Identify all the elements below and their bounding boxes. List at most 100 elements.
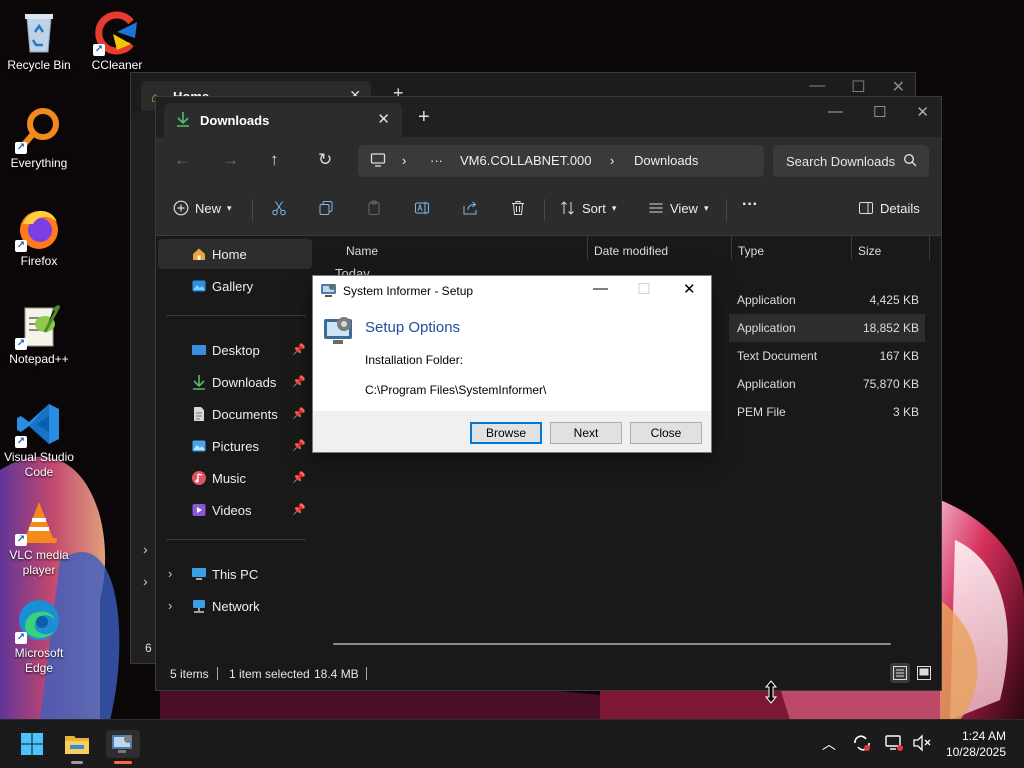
details-pane-button[interactable]: Details: [858, 200, 920, 216]
details-view-button[interactable]: [890, 663, 910, 683]
next-button[interactable]: Next: [550, 422, 622, 444]
cut-button[interactable]: [271, 200, 287, 216]
volume-muted-icon[interactable]: [912, 734, 932, 757]
view-label: View: [670, 200, 698, 216]
sidebar-item-music[interactable]: Music 📌: [158, 463, 312, 493]
pin-icon[interactable]: 📌: [292, 343, 306, 356]
sidebar-item-desktop[interactable]: Desktop 📌: [158, 335, 312, 365]
column-header-date-modified[interactable]: Date modified: [594, 244, 668, 258]
network-icon: [190, 597, 208, 615]
pin-icon[interactable]: 📌: [292, 503, 306, 516]
file-type: PEM File: [737, 405, 786, 419]
horizontal-scrollbar[interactable]: [333, 643, 891, 645]
delete-button[interactable]: [510, 200, 526, 216]
title-bar[interactable]: Downloads ✕ + — ☐ ✕: [156, 97, 941, 137]
close-button[interactable]: ✕: [892, 77, 905, 97]
setup-dialog[interactable]: System Informer - Setup — ☐ ✕ Setup Opti…: [312, 275, 712, 453]
pin-icon[interactable]: 📌: [292, 407, 306, 420]
taskbar-file-explorer[interactable]: [63, 730, 91, 758]
new-button[interactable]: New ▾: [173, 200, 232, 216]
file-row[interactable]: Text Document 167 KB: [729, 342, 925, 370]
copy-button[interactable]: [318, 200, 334, 216]
status-divider: [217, 667, 218, 680]
new-tab-button[interactable]: +: [418, 107, 430, 127]
tiles-view-icon: [917, 666, 931, 680]
sidebar-item-pictures[interactable]: Pictures 📌: [158, 431, 312, 461]
maximize-button[interactable]: ☐: [873, 103, 886, 121]
breadcrumb-vm6[interactable]: VM6.COLLABNET.000: [460, 153, 592, 168]
download-icon: [190, 373, 208, 391]
forward-arrow-icon[interactable]: →: [222, 150, 239, 170]
refresh-icon[interactable]: ↻: [318, 150, 332, 170]
column-header-name[interactable]: Name: [346, 244, 378, 258]
network-status-icon[interactable]: [884, 734, 904, 757]
shortcut-arrow-icon: ↗: [15, 632, 27, 644]
sidebar-item-videos[interactable]: Videos 📌: [158, 495, 312, 525]
file-row-selected[interactable]: Application 18,852 KB: [729, 314, 925, 342]
share-button[interactable]: [462, 200, 478, 216]
sidebar-item-home[interactable]: Home: [158, 239, 312, 269]
dialog-button-bar: Browse Next Close: [313, 411, 711, 452]
desktop-icon-recycle-bin[interactable]: Recycle Bin: [1, 8, 77, 73]
desktop-icon-ccleaner[interactable]: ↗ CCleaner: [79, 8, 155, 73]
column-divider[interactable]: [929, 236, 930, 260]
video-icon: [190, 501, 208, 519]
sidebar-item-gallery[interactable]: Gallery: [158, 271, 312, 301]
browse-button[interactable]: Browse: [470, 422, 542, 444]
column-header-size[interactable]: Size: [858, 244, 881, 258]
sort-button[interactable]: Sort ▾: [560, 200, 616, 216]
search-input[interactable]: Search Downloads: [773, 145, 929, 177]
rename-button[interactable]: [414, 200, 430, 216]
pin-icon[interactable]: 📌: [292, 439, 306, 452]
pin-icon[interactable]: 📌: [292, 375, 306, 388]
desktop-icon-edge[interactable]: ↗ Microsoft Edge: [1, 596, 77, 676]
close-dialog-button[interactable]: Close: [630, 422, 702, 444]
maximize-button[interactable]: ☐: [851, 77, 865, 97]
breadcrumb-more[interactable]: ···: [430, 153, 443, 168]
taskbar-clock[interactable]: 1:24 AM 10/28/2025: [946, 728, 1006, 760]
view-button[interactable]: View ▾: [648, 200, 708, 216]
dialog-body: Setup Options Installation Folder: C:\Pr…: [313, 305, 711, 411]
tab-downloads[interactable]: Downloads ✕: [164, 103, 402, 137]
file-row[interactable]: PEM File 3 KB: [729, 398, 925, 426]
desktop-icon-vscode[interactable]: ↗ Visual Studio Code: [1, 400, 77, 480]
pin-icon[interactable]: 📌: [292, 471, 306, 484]
file-row[interactable]: Application 75,870 KB: [729, 370, 925, 398]
file-type: Application: [737, 377, 796, 391]
paste-button[interactable]: [366, 200, 382, 216]
tiles-view-button[interactable]: [914, 663, 934, 683]
active-indicator: [114, 761, 132, 764]
sidebar-item-downloads[interactable]: Downloads 📌: [158, 367, 312, 397]
column-divider[interactable]: [731, 236, 732, 260]
back-arrow-icon[interactable]: ←: [174, 150, 191, 170]
chevron-right-icon[interactable]: ›: [143, 541, 148, 557]
file-type: Application: [737, 293, 796, 307]
close-button[interactable]: ✕: [916, 103, 929, 121]
chevron-right-icon[interactable]: ›: [143, 573, 148, 589]
show-hidden-icons-chevron-icon[interactable]: ︿: [822, 734, 836, 754]
column-header-type[interactable]: Type: [738, 244, 764, 258]
dialog-title-bar[interactable]: System Informer - Setup — ☐ ✕: [313, 276, 711, 305]
sync-icon[interactable]: [852, 734, 872, 757]
desktop-icon-firefox[interactable]: ↗ Firefox: [1, 204, 77, 269]
file-row[interactable]: Application 4,425 KB: [729, 286, 925, 314]
desktop-icon-everything[interactable]: ↗ Everything: [1, 106, 77, 171]
close-button[interactable]: ✕: [683, 280, 696, 298]
column-divider[interactable]: [851, 236, 852, 260]
start-button[interactable]: [18, 730, 46, 758]
more-options-button[interactable]: ···: [742, 196, 758, 214]
desktop-icon-notepad-plus-plus[interactable]: ↗ Notepad++: [1, 302, 77, 367]
close-tab-icon[interactable]: ✕: [377, 110, 390, 128]
sidebar-item-this-pc[interactable]: This PC: [158, 559, 312, 589]
column-divider[interactable]: [587, 236, 588, 260]
sidebar-item-network[interactable]: Network: [158, 591, 312, 621]
address-bar[interactable]: › ··· VM6.COLLABNET.000 › Downloads: [358, 145, 764, 177]
desktop-icon-vlc[interactable]: ↗ VLC media player: [1, 498, 77, 578]
up-arrow-icon[interactable]: ↑: [270, 150, 279, 170]
breadcrumb-downloads[interactable]: Downloads: [634, 153, 698, 168]
minimize-button[interactable]: —: [828, 103, 843, 121]
taskbar-system-informer[interactable]: [106, 730, 140, 758]
sidebar-item-documents[interactable]: Documents 📌: [158, 399, 312, 429]
minimize-button[interactable]: —: [593, 280, 608, 297]
minimize-button[interactable]: —: [809, 77, 825, 97]
